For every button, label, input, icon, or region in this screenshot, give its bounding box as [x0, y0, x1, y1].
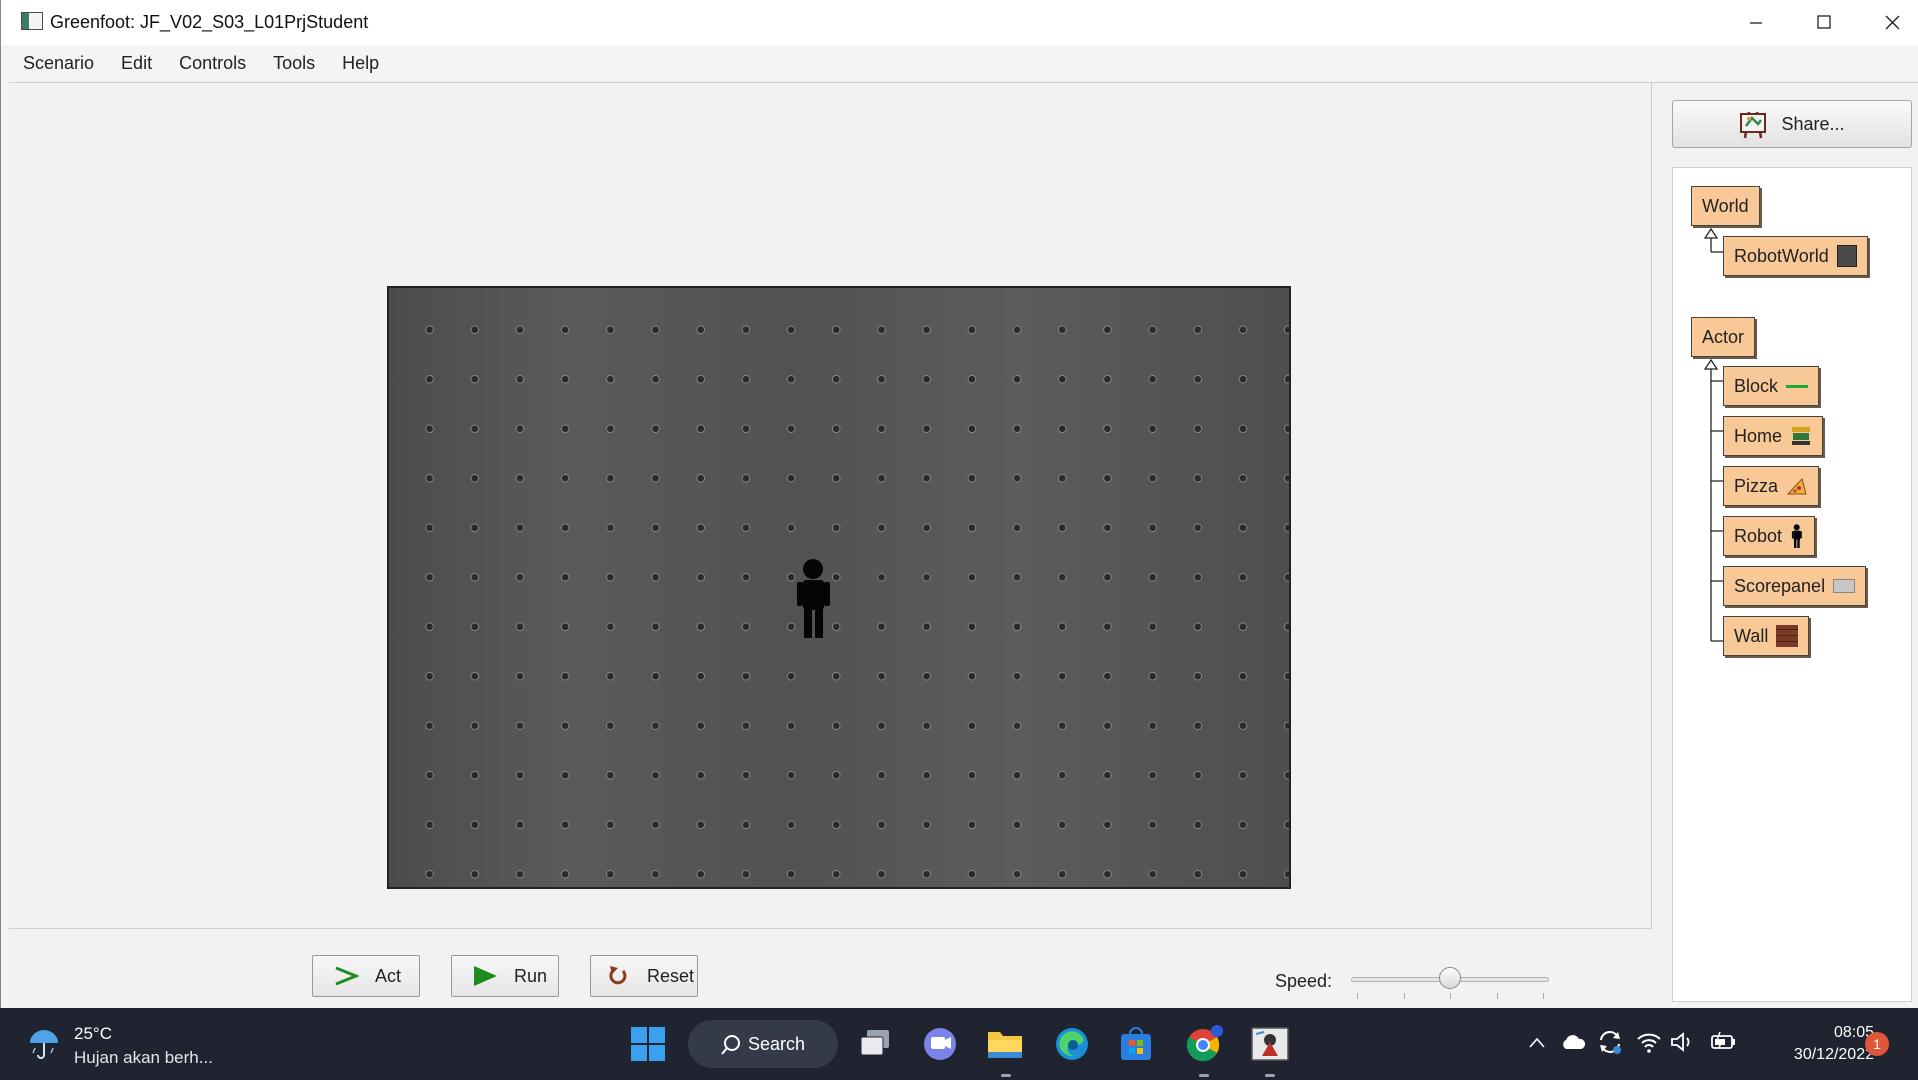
greenfoot-taskbar-icon[interactable] — [1250, 1024, 1290, 1064]
windows-taskbar: 25°C Hujan akan berh... Search 08:05 30/… — [0, 1008, 1918, 1080]
robot-actor[interactable] — [794, 558, 834, 638]
reset-label: Reset — [647, 965, 695, 986]
class-robot-label: Robot — [1734, 525, 1783, 546]
chrome-browser-icon[interactable] — [1184, 1024, 1224, 1064]
umbrella-rain-icon[interactable] — [26, 1026, 62, 1062]
slider-tick — [1497, 993, 1498, 999]
chevron-up-icon[interactable] — [1528, 1036, 1546, 1050]
title-bar: Greenfoot: JF_V02_S03_L01PrjStudent — [1, 0, 1918, 45]
class-world-label: World — [1702, 195, 1749, 216]
share-easel-icon — [1740, 111, 1767, 139]
greenfoot-app-icon — [21, 12, 43, 30]
world-view-area — [9, 83, 1652, 928]
window-title: Greenfoot: JF_V02_S03_L01PrjStudent — [50, 12, 369, 32]
robotworld-thumbnail-icon — [1836, 245, 1857, 267]
class-pizza[interactable]: Pizza — [1723, 466, 1820, 506]
class-diagram: World RobotWorld Actor Block Home Pizza … — [1672, 167, 1912, 1002]
class-wall-label: Wall — [1734, 625, 1769, 646]
robot-world-canvas[interactable] — [387, 286, 1291, 889]
menu-help[interactable]: Help — [328, 53, 392, 74]
class-wall[interactable]: Wall — [1723, 616, 1810, 656]
speed-label: Speed: — [1275, 971, 1333, 991]
onedrive-cloud-icon[interactable] — [1560, 1032, 1586, 1052]
wifi-icon[interactable] — [1636, 1030, 1662, 1054]
close-icon — [1885, 15, 1899, 30]
class-robotworld-label: RobotWorld — [1734, 245, 1829, 266]
menu-edit[interactable]: Edit — [107, 53, 165, 74]
menu-scenario[interactable]: Scenario — [9, 53, 107, 74]
explorer-running-indicator — [1001, 1074, 1011, 1077]
execution-controls: Act Run Reset Speed: — [9, 928, 1652, 1008]
class-robot[interactable]: Robot — [1723, 516, 1816, 556]
notification-badge[interactable]: 1 — [1865, 1032, 1889, 1056]
greenfoot-window: Greenfoot: JF_V02_S03_L01PrjStudent Scen… — [0, 0, 1918, 1008]
search-label: Search — [748, 1033, 806, 1054]
class-panel: Share... World RobotWorld Actor Block Ho… — [1652, 83, 1918, 1008]
block-thumbnail-icon — [1786, 384, 1809, 388]
play-icon — [470, 964, 500, 988]
home-thumbnail-icon — [1792, 427, 1811, 445]
class-pizza-label: Pizza — [1734, 475, 1779, 496]
file-explorer-icon[interactable] — [986, 1026, 1024, 1062]
wall-brick-thumbnail-icon — [1776, 625, 1799, 647]
robot-thumbnail-icon — [1791, 524, 1802, 548]
class-home[interactable]: Home — [1723, 416, 1824, 456]
class-block-label: Block — [1734, 375, 1779, 396]
slider-tick — [1357, 993, 1358, 999]
microsoft-store-icon[interactable] — [1118, 1026, 1154, 1062]
slider-tick — [1450, 993, 1451, 999]
pizza-thumbnail-icon — [1786, 477, 1807, 495]
maximize-button[interactable] — [1789, 0, 1859, 45]
volume-icon[interactable] — [1670, 1030, 1696, 1054]
close-button[interactable] — [1857, 0, 1918, 45]
run-button[interactable]: Run — [451, 955, 559, 997]
class-actor[interactable]: Actor — [1691, 317, 1756, 357]
run-label: Run — [514, 965, 548, 986]
clock-date: 30/12/2022 — [1793, 1046, 1874, 1063]
menu-tools[interactable]: Tools — [259, 53, 328, 74]
maximize-icon — [1816, 15, 1831, 29]
minimize-button[interactable] — [1721, 0, 1791, 45]
reset-button[interactable]: Reset — [590, 955, 698, 997]
share-button[interactable]: Share... — [1672, 100, 1912, 148]
taskbar-search[interactable]: Search — [688, 1020, 838, 1068]
battery-charging-icon[interactable] — [1710, 1030, 1738, 1054]
menu-bar: Scenario Edit Controls Tools Help — [9, 45, 1918, 83]
clock-time: 08:05 — [1833, 1024, 1874, 1041]
slider-tick — [1543, 993, 1544, 999]
edge-browser-icon[interactable] — [1054, 1026, 1090, 1062]
chrome-running-indicator — [1199, 1074, 1209, 1077]
greenfoot-running-indicator — [1265, 1074, 1275, 1077]
act-icon — [331, 964, 361, 988]
class-actor-label: Actor — [1702, 326, 1745, 347]
class-world[interactable]: World — [1691, 186, 1760, 226]
task-view-icon[interactable] — [858, 1028, 892, 1060]
class-scorepanel[interactable]: Scorepanel — [1723, 566, 1867, 606]
system-clock[interactable]: 08:05 30/12/2022 — [1754, 1022, 1874, 1066]
reset-icon — [603, 964, 633, 988]
search-icon — [721, 1035, 740, 1055]
share-label: Share... — [1781, 113, 1845, 134]
class-block[interactable]: Block — [1723, 366, 1820, 406]
act-label: Act — [375, 965, 402, 986]
scorepanel-thumbnail-icon — [1833, 579, 1856, 593]
class-scorepanel-label: Scorepanel — [1734, 575, 1826, 596]
class-robotworld[interactable]: RobotWorld — [1723, 236, 1868, 276]
class-home-label: Home — [1734, 425, 1783, 446]
minimize-icon — [1750, 21, 1762, 24]
windows-start-icon[interactable] — [630, 1026, 666, 1062]
menu-controls[interactable]: Controls — [165, 53, 259, 74]
sync-icon[interactable] — [1596, 1028, 1624, 1056]
weather-description[interactable]: Hujan akan berh... — [74, 1048, 213, 1068]
act-button[interactable]: Act — [312, 955, 420, 997]
teams-chat-icon[interactable] — [922, 1026, 958, 1062]
speed-slider-thumb[interactable] — [1439, 967, 1461, 989]
weather-temperature[interactable]: 25°C — [74, 1024, 112, 1044]
speed-slider[interactable] — [1351, 967, 1549, 999]
slider-tick — [1404, 993, 1405, 999]
